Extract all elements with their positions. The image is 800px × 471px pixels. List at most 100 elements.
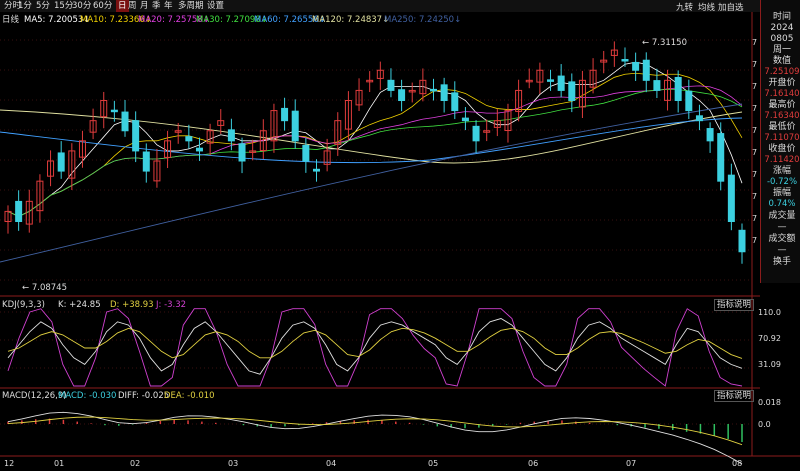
candle-body — [547, 79, 555, 82]
kdj-j-line — [7, 308, 743, 387]
kdj-axis-low: 31.09 — [758, 360, 781, 369]
macd-title: MACD(12,26,9) — [2, 391, 67, 401]
candle-body — [398, 89, 406, 101]
high-price-label: ← 7.31150 — [642, 38, 687, 48]
close-label: 收盘价 — [768, 144, 796, 154]
close-value: 7.11420 — [764, 155, 800, 165]
time-axis-label: 06 — [528, 459, 539, 468]
candle-body — [227, 129, 235, 142]
candle-body — [695, 115, 703, 122]
candle-body — [291, 110, 299, 142]
amplitude-value: 0.74% — [768, 199, 796, 209]
candle-body — [110, 109, 118, 113]
time-axis-label: 03 — [228, 459, 239, 468]
kdj-title: KDJ(9,3,3) — [2, 300, 45, 310]
quote-sidebar: 时间 2024 0805 周一 数值 7.25109 开盘价 7.16140 最… — [760, 0, 800, 283]
volume-value: — — [777, 222, 787, 232]
price-axis-label: 7 — [752, 170, 758, 179]
price-axis-label: 7 — [752, 60, 758, 69]
candle-body — [238, 143, 246, 162]
time-axis-label: 12 — [4, 459, 15, 468]
candle-body — [568, 81, 576, 102]
price-axis-label: 7 — [752, 126, 758, 135]
time-axis-label: 05 — [428, 459, 439, 468]
macd-dea-value: DEA: -0.010 — [164, 391, 215, 401]
candle-body — [706, 128, 714, 142]
time-axis-label: 04 — [326, 459, 337, 468]
ma-line — [7, 61, 743, 217]
low-value: 7.11070 — [764, 133, 800, 143]
turnover-rate-label: 换手 — [772, 257, 791, 267]
price-axis-label: 7 — [752, 104, 758, 113]
price-axis-label: 7 — [752, 82, 758, 91]
candle-body — [451, 92, 459, 112]
candle-body — [57, 152, 65, 172]
ma120-line — [0, 109, 743, 164]
candle-body — [621, 59, 629, 62]
candle-body — [674, 76, 682, 101]
candle-body — [717, 133, 725, 182]
turnover-value: — — [777, 245, 787, 255]
candle-body — [121, 111, 129, 132]
price-axis-label: 7 — [752, 148, 758, 157]
price-axis-label: 7 — [752, 214, 758, 223]
amplitude-label: 振幅 — [772, 188, 791, 198]
high-label: 最高价 — [768, 100, 796, 110]
candle-body — [132, 120, 140, 152]
high-value: 7.16340 — [764, 111, 800, 121]
macd-value: MACD: -0.030 — [58, 391, 117, 401]
candle-body — [312, 168, 320, 172]
value-value: 7.25109 — [764, 67, 800, 77]
kdj-j-value: J: -3.32 — [156, 300, 187, 310]
candle-body — [302, 144, 310, 162]
change-value: -0.72% — [766, 177, 798, 187]
candle-body — [387, 79, 395, 91]
candle-body — [738, 229, 746, 253]
low-price-label: ← 7.08745 — [22, 283, 67, 293]
candle-body — [185, 136, 193, 142]
candle-body — [727, 174, 735, 223]
candle-body — [430, 88, 438, 92]
time-label: 时间 — [772, 12, 791, 22]
kdj-explain-button[interactable]: 指标说明 — [714, 299, 755, 311]
value-label: 数值 — [772, 56, 791, 66]
ma-legend-item: MA250: 7.24250↓ — [384, 15, 462, 25]
macd-diff-value: DIFF: -0.025 — [118, 391, 170, 401]
candle-body — [642, 59, 650, 81]
kdj-axis-mid: 70.92 — [758, 334, 781, 343]
candle-body — [15, 200, 23, 222]
kdj-axis-top: 110.0 — [758, 308, 781, 317]
weekday-value: 周一 — [772, 45, 791, 55]
price-axis-label: 7 — [752, 38, 758, 47]
open-label: 开盘价 — [768, 78, 796, 88]
date-value: 0805 — [770, 34, 794, 44]
volume-label: 成交量 — [768, 211, 796, 221]
time-axis-label: 07 — [626, 459, 637, 468]
candle-body — [557, 75, 565, 91]
candle-body — [440, 84, 448, 101]
kdj-d-line — [7, 327, 743, 359]
candle-body — [281, 107, 289, 122]
macd-explain-button[interactable]: 指标说明 — [714, 390, 755, 402]
price-axis-label: 7 — [752, 236, 758, 245]
low-price-value: 7.08745 — [31, 283, 67, 293]
ma-line — [7, 85, 743, 217]
kdj-k-value: K: +24.85 — [58, 300, 101, 310]
candle-body — [195, 147, 203, 152]
time-axis-label: 02 — [130, 459, 141, 468]
price-axis-label: 7 — [752, 192, 758, 201]
candle-body — [472, 125, 480, 142]
candle-body — [632, 61, 640, 71]
kdj-d-value: D: +38.93 — [110, 300, 154, 310]
ma60-line — [0, 117, 743, 164]
year-value: 2024 — [770, 23, 794, 33]
ma-legend-item: MA120: 7.24837↓ — [312, 15, 390, 25]
candle-body — [461, 117, 469, 122]
macd-dea-line — [7, 416, 743, 446]
candle-body — [685, 90, 693, 112]
open-value: 7.16140 — [764, 89, 800, 99]
change-label: 涨幅 — [772, 166, 791, 176]
low-label: 最低价 — [768, 122, 796, 132]
period-label: 日线 — [2, 15, 20, 25]
time-axis-label: 08 — [732, 459, 743, 468]
